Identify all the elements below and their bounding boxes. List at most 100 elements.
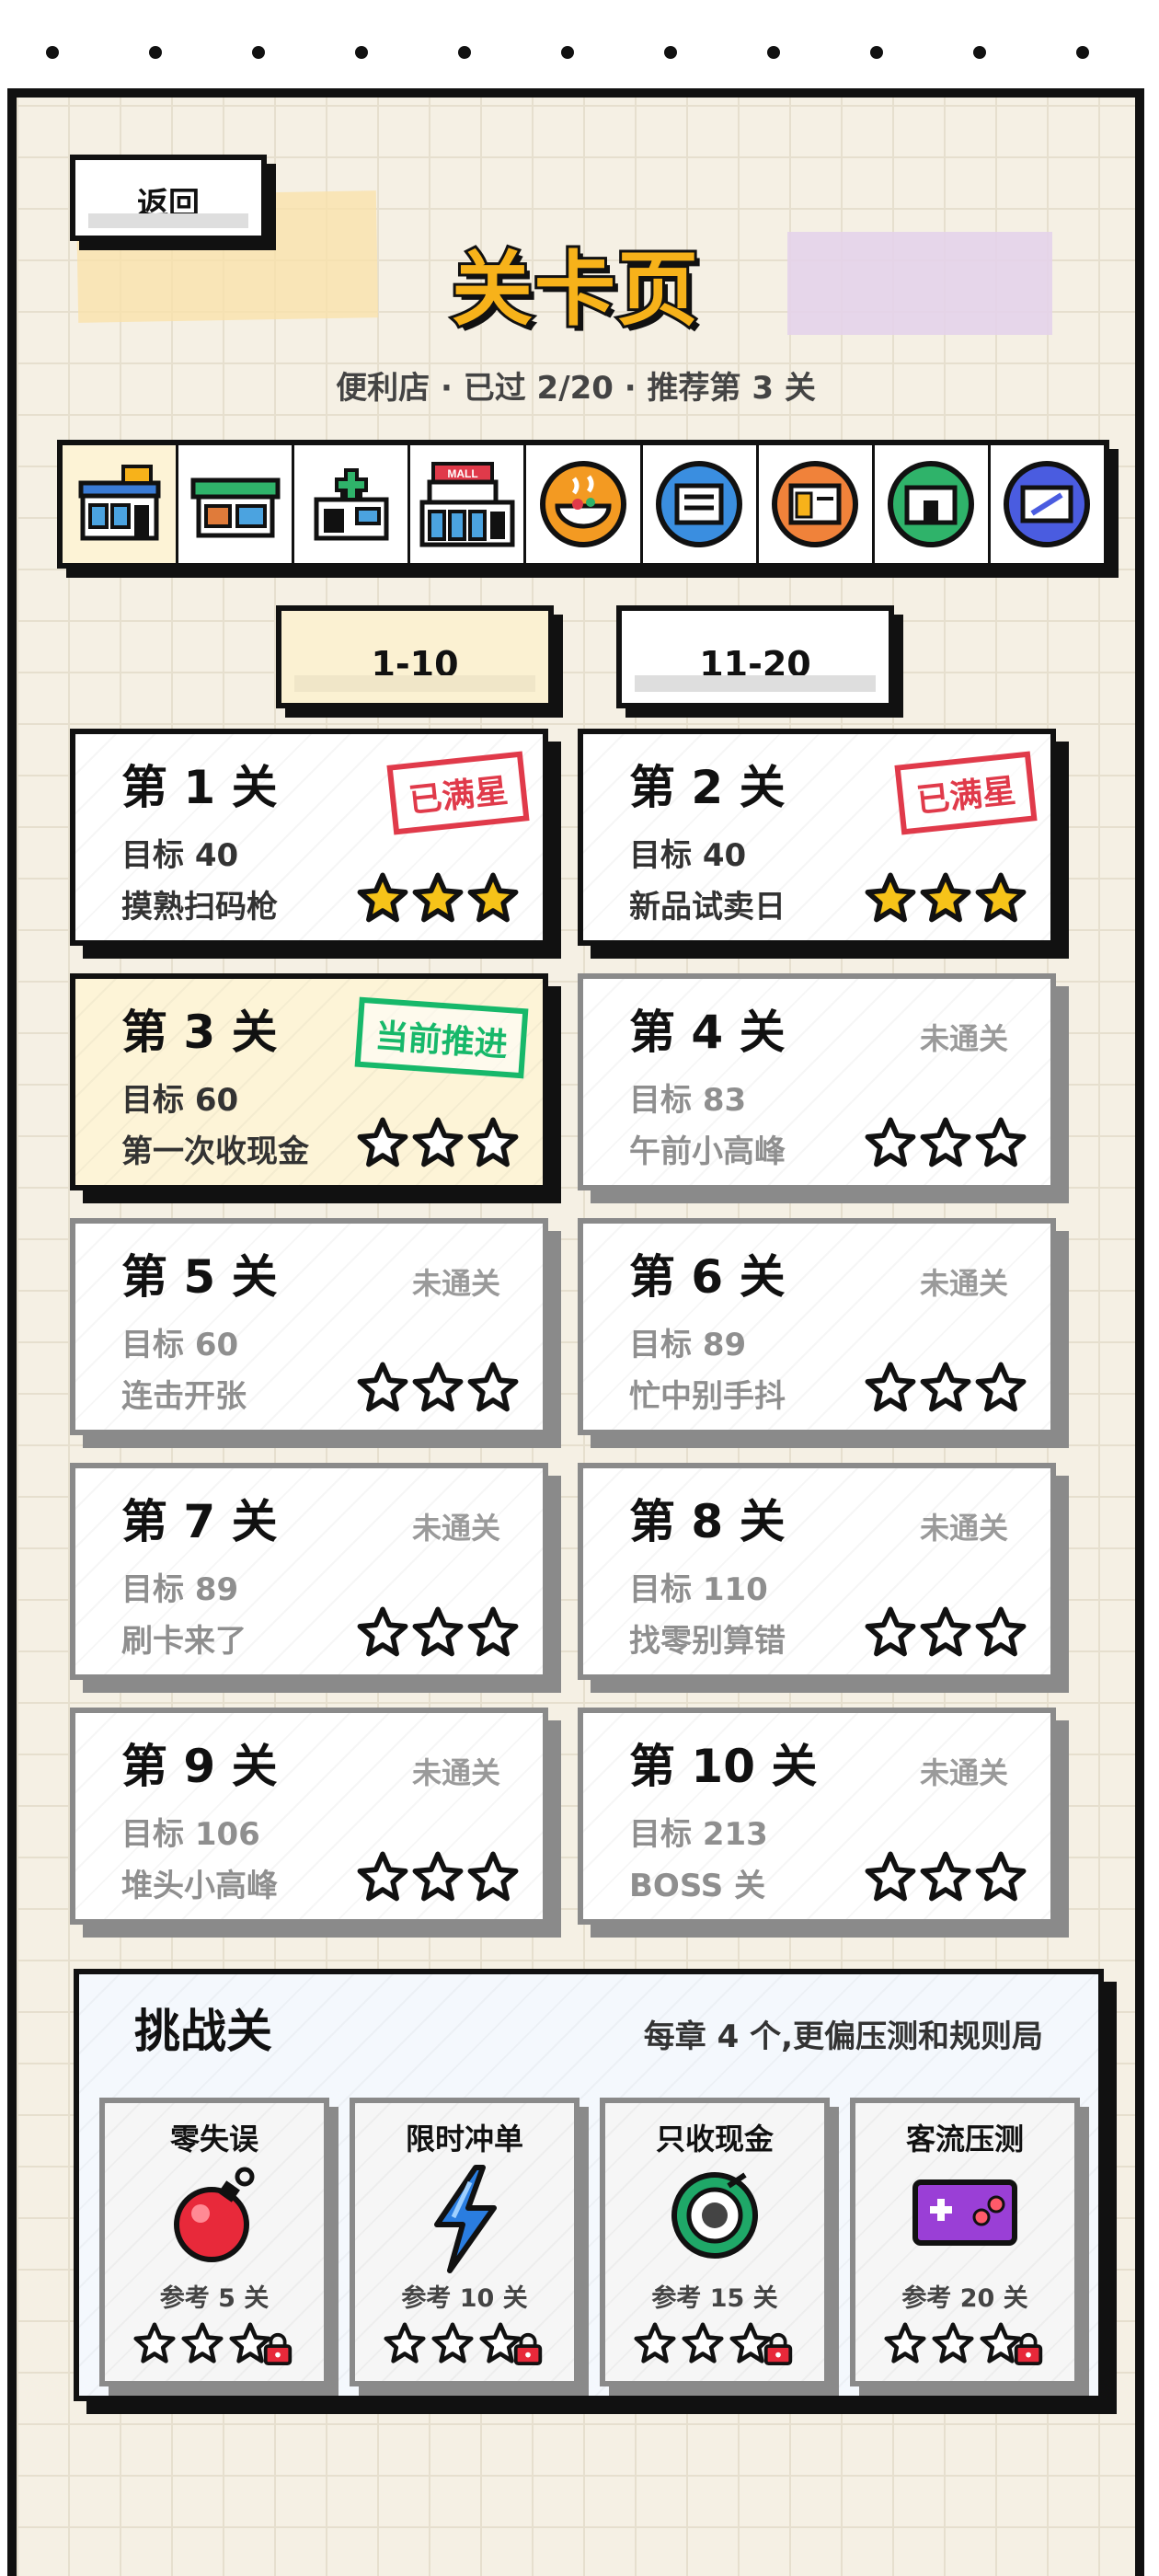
level-status: 未通关 — [919, 1755, 1008, 1790]
level-stars — [357, 1851, 519, 1903]
star-empty-icon — [384, 2322, 426, 2363]
level-stars — [865, 1362, 1027, 1413]
star-empty-icon — [412, 1851, 464, 1902]
full-stars-stamp: 已满星 — [894, 751, 1038, 835]
range-tab-1-10[interactable]: 1-10 — [276, 605, 554, 708]
level-page: 返回 关卡页 便利店 · 已过 2/20 · 推荐第 3 关 MALL 1-10… — [7, 88, 1144, 2576]
challenge-card-name: 客流压测 — [905, 2122, 1024, 2156]
level-name: 午前小高峰 — [629, 1133, 786, 1170]
star-filled-icon — [412, 872, 464, 923]
page-subtitle: 便利店 · 已过 2/20 · 推荐第 3 关 — [336, 370, 816, 407]
lock-icon — [513, 2332, 543, 2366]
chapter-tab-9[interactable] — [991, 445, 1104, 563]
ticket-icon — [1004, 461, 1091, 547]
level-target: 目标 40 — [121, 837, 239, 874]
level-name: BOSS 关 — [629, 1868, 766, 1904]
chapter-tab-6[interactable] — [643, 445, 759, 563]
shop-window-icon — [772, 461, 859, 547]
level-title: 第 7 关 — [121, 1495, 278, 1548]
challenge-section: 挑战关 每章 4 个,更偏压测和规则局 零失误 参考 5 关 限时冲单 参考 1… — [74, 1969, 1104, 2401]
level-title: 第 5 关 — [121, 1250, 278, 1304]
level-status: 未通关 — [919, 1266, 1008, 1301]
pharmacy-icon — [314, 468, 389, 541]
challenge-stars — [355, 2322, 574, 2366]
star-empty-icon — [133, 2322, 176, 2363]
chapter-tab-7[interactable] — [759, 445, 875, 563]
range-tab-11-20[interactable]: 11-20 — [616, 605, 894, 708]
level-stars — [865, 1851, 1027, 1903]
gamepad-icon — [912, 2179, 1017, 2246]
level-status: 未通关 — [411, 1511, 500, 1546]
level-name: 堆头小高峰 — [121, 1868, 278, 1904]
star-empty-icon — [975, 1851, 1027, 1902]
star-empty-icon — [865, 1851, 916, 1902]
star-empty-icon — [975, 1117, 1027, 1167]
star-empty-icon — [357, 1362, 408, 1412]
level-card-9[interactable]: 第 9 关目标 106 堆头小高峰 未通关 — [70, 1708, 548, 1925]
lock-icon — [263, 2332, 293, 2366]
challenge-stars — [605, 2322, 824, 2366]
chapter-tab-4[interactable]: MALL — [410, 445, 527, 563]
star-filled-icon — [357, 872, 408, 923]
level-card-10[interactable]: 第 10 关目标 213 BOSS 关 未通关 — [578, 1708, 1056, 1925]
level-card-7[interactable]: 第 7 关目标 89 刷卡来了 未通关 — [70, 1463, 548, 1680]
chapter-tab-3[interactable] — [294, 445, 411, 563]
challenge-card-cash-only[interactable]: 只收现金 参考 15 关 — [600, 2098, 830, 2386]
level-target: 目标 83 — [629, 1082, 747, 1119]
star-filled-icon — [975, 872, 1027, 923]
coin-target-icon — [671, 2172, 758, 2259]
level-status: 未通关 — [411, 1266, 500, 1301]
challenge-description: 每章 4 个,更偏压测和规则局 — [643, 2018, 1043, 2055]
level-card-4[interactable]: 第 4 关目标 83 午前小高峰 未通关 — [578, 973, 1056, 1190]
challenge-card-timed-rush[interactable]: 限时冲单 参考 10 关 — [350, 2098, 580, 2386]
challenge-card-zero-mistake[interactable]: 零失误 参考 5 关 — [99, 2098, 329, 2386]
level-stars — [865, 1117, 1027, 1168]
level-status: 未通关 — [411, 1755, 500, 1790]
level-card-5[interactable]: 第 5 关目标 60 连击开张 未通关 — [70, 1218, 548, 1435]
level-card-3[interactable]: 第 3 关目标 60 第一次收现金 当前推进 — [70, 973, 548, 1190]
level-title: 第 6 关 — [629, 1250, 786, 1304]
chapter-tab-2[interactable] — [178, 445, 295, 563]
star-empty-icon — [884, 2322, 926, 2363]
star-empty-icon — [975, 1362, 1027, 1412]
level-card-2[interactable]: 第 2 关目标 40 新品试卖日 已满星 — [578, 729, 1056, 946]
level-name: 忙中别手抖 — [629, 1378, 786, 1415]
chapter-tab-5[interactable] — [526, 445, 643, 563]
challenge-card-ref: 参考 20 关 — [901, 2284, 1028, 2313]
svg-text:MALL: MALL — [447, 467, 477, 480]
level-title: 第 3 关 — [121, 1006, 278, 1059]
level-card-6[interactable]: 第 6 关目标 89 忙中别手抖 未通关 — [578, 1218, 1056, 1435]
chapter-selector: MALL — [57, 440, 1109, 569]
challenge-card-traffic-test[interactable]: 客流压测 参考 20 关 — [850, 2098, 1080, 2386]
star-empty-icon — [932, 2322, 974, 2363]
level-name: 第一次收现金 — [121, 1133, 309, 1170]
level-target: 目标 106 — [121, 1816, 260, 1853]
star-empty-icon — [975, 1606, 1027, 1657]
lightning-icon — [434, 2165, 497, 2273]
level-title: 第 8 关 — [629, 1495, 786, 1548]
star-empty-icon — [920, 1606, 971, 1657]
level-card-8[interactable]: 第 8 关目标 110 找零别算错 未通关 — [578, 1463, 1056, 1680]
level-stars — [865, 872, 1027, 924]
star-empty-icon — [920, 1117, 971, 1167]
star-empty-icon — [357, 1117, 408, 1167]
star-empty-icon — [865, 1117, 916, 1167]
chapter-tab-1[interactable] — [63, 445, 179, 563]
food-bowl-icon — [539, 461, 626, 547]
challenge-stars — [855, 2322, 1074, 2366]
chapter-tab-8[interactable] — [875, 445, 991, 563]
star-filled-icon — [920, 872, 971, 923]
level-card-1[interactable]: 第 1 关目标 40 摸熟扫码枪 已满星 — [70, 729, 548, 946]
current-progress-stamp: 当前推进 — [354, 996, 529, 1079]
level-stars — [865, 1606, 1027, 1658]
level-stars — [357, 1606, 519, 1658]
star-empty-icon — [181, 2322, 224, 2363]
star-empty-icon — [412, 1362, 464, 1412]
star-empty-icon — [920, 1362, 971, 1412]
challenge-card-name: 只收现金 — [655, 2122, 774, 2156]
page-title: 关卡页 — [449, 239, 701, 339]
level-title: 第 10 关 — [629, 1740, 818, 1793]
book-icon — [656, 461, 743, 547]
star-empty-icon — [412, 1117, 464, 1167]
level-title: 第 4 关 — [629, 1006, 786, 1059]
